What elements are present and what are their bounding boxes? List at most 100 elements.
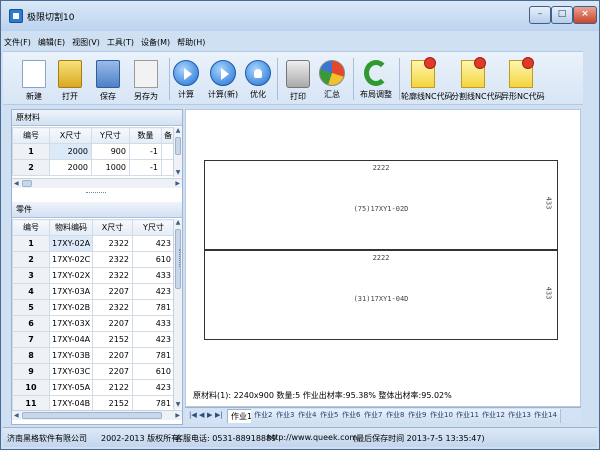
menu-bar: 文件(F) 编辑(E) 视图(V) 工具(T) 设备(M) 帮助(H) xyxy=(3,37,211,51)
company-name: 济南黑格软件有限公司 xyxy=(7,434,87,443)
scroll-up-icon[interactable]: ▲ xyxy=(174,219,182,227)
status-bar: 济南黑格软件有限公司 2002-2013 版权所有 客服电话: 0531-889… xyxy=(3,427,597,447)
layout-canvas[interactable]: 2222 (75)17XY1-02D 433 2222 (31)17XY1-04… xyxy=(185,109,581,407)
piece-code-label: (31)17XY1-04D xyxy=(353,295,409,303)
refresh-icon xyxy=(364,60,388,86)
table-row[interactable]: 4 17XY-03A 2207 423 xyxy=(12,283,175,300)
nc-code-icon xyxy=(411,57,436,88)
splitter-handle[interactable] xyxy=(86,192,106,194)
pie-chart-icon xyxy=(319,60,345,86)
table-row[interactable]: 8 17XY-03B 2207 781 xyxy=(12,347,175,364)
raw-material-hscroll[interactable]: ◀ ▶ xyxy=(12,178,182,188)
toolbar-separator xyxy=(399,58,400,100)
tab-last-icon[interactable]: ▶| xyxy=(215,411,223,419)
print-button[interactable]: 打印 xyxy=(283,54,313,104)
shaped-nc-button[interactable]: 异形NC代码 xyxy=(501,54,545,104)
scroll-thumb[interactable] xyxy=(22,412,162,419)
piece-height-label: 433 xyxy=(544,286,553,300)
scroll-down-icon[interactable]: ▼ xyxy=(174,169,182,177)
piece-code-label: (75)17XY1-02D xyxy=(353,205,409,213)
table-row[interactable]: 2 17XY-02C 2322 610 xyxy=(12,251,175,268)
column-header[interactable]: Y尺寸 xyxy=(132,219,175,236)
table-row[interactable]: 7 17XY-04A 2152 423 xyxy=(12,331,175,348)
calc-new-button[interactable]: 计算(新) xyxy=(203,54,243,104)
menu-tools[interactable]: 工具(T) xyxy=(106,37,135,49)
scroll-thumb[interactable] xyxy=(175,137,181,155)
menu-help[interactable]: 帮助(H) xyxy=(176,37,206,49)
table-row[interactable]: 3 17XY-02X 2322 433 xyxy=(12,267,175,284)
split-nc-button[interactable]: 分割线NC代码 xyxy=(451,54,503,104)
save-button[interactable]: 保存 xyxy=(91,54,125,104)
contour-nc-button[interactable]: 轮廓线NC代码 xyxy=(401,54,453,104)
toolbar-separator xyxy=(353,58,354,100)
scroll-right-icon[interactable]: ▶ xyxy=(175,412,180,419)
column-header[interactable]: Y尺寸 xyxy=(91,127,130,144)
column-header[interactable]: 编号 xyxy=(12,219,50,236)
column-header[interactable]: 数量 xyxy=(129,127,162,144)
parts-table: 编号 物料编码 X尺寸 Y尺寸 1 17XY-02A 2322 423 2 17XY-0… xyxy=(12,219,175,412)
job-tabs: |◀ ◀ ▶ ▶| 作业1 作业2 作业3 作业4 作业5 作业6 作业7 作业… xyxy=(185,407,581,423)
website-link[interactable]: http://www.queek.com xyxy=(267,433,357,442)
optimize-button[interactable]: 优化 xyxy=(243,54,273,104)
new-button[interactable]: 新建 xyxy=(17,54,51,104)
scroll-down-icon[interactable]: ▼ xyxy=(174,401,182,409)
piece-width-label: 2222 xyxy=(372,254,390,262)
scroll-up-icon[interactable]: ▲ xyxy=(174,127,182,135)
column-header[interactable]: 物料编码 xyxy=(49,219,93,236)
app-logo-icon xyxy=(9,9,23,23)
parts-hscroll[interactable]: ◀ ▶ xyxy=(12,410,182,420)
nc-code-icon xyxy=(509,57,534,88)
new-document-icon xyxy=(22,60,46,88)
piece-height-label: 433 xyxy=(544,196,553,210)
table-row[interactable]: 10 17XY-05A 2122 423 xyxy=(12,379,175,396)
toolbar-separator xyxy=(169,58,170,100)
table-row[interactable]: 1 17XY-02A 2322 423 xyxy=(12,235,175,252)
splitter-handle[interactable] xyxy=(179,249,183,267)
table-row[interactable]: 1 2000 900 -1 xyxy=(12,143,175,160)
parts-vscroll[interactable]: ▲ ▼ xyxy=(173,219,182,409)
table-row[interactable]: 2 2000 1000 -1 xyxy=(12,159,175,176)
toolbar-separator xyxy=(277,58,278,100)
layout-piece[interactable]: 2222 (75)17XY1-02D 433 xyxy=(204,160,558,250)
column-header[interactable]: X尺寸 xyxy=(49,127,92,144)
tab-job-14[interactable]: 作业14 xyxy=(531,409,561,423)
save-as-button[interactable]: 另存为 xyxy=(127,54,165,104)
close-button[interactable]: × xyxy=(573,6,597,24)
tab-prev-icon[interactable]: ◀ xyxy=(199,411,204,419)
scroll-right-icon[interactable]: ▶ xyxy=(175,180,180,187)
table-row[interactable]: 5 17XY-02B 2322 781 xyxy=(12,299,175,316)
parts-header: 零件 xyxy=(12,202,182,218)
raw-material-header: 原材料 xyxy=(12,110,182,126)
scroll-left-icon[interactable]: ◀ xyxy=(14,180,19,187)
play-icon xyxy=(173,60,199,86)
menu-file[interactable]: 文件(F) xyxy=(3,37,32,49)
maximize-button[interactable]: □ xyxy=(551,6,573,24)
save-disk-icon xyxy=(96,60,120,88)
piece-width-label: 2222 xyxy=(372,164,390,172)
scroll-thumb[interactable] xyxy=(22,180,32,187)
column-header[interactable]: X尺寸 xyxy=(92,219,133,236)
menu-edit[interactable]: 编辑(E) xyxy=(37,37,66,49)
last-saved-time: (最后保存时间 2013-7-5 13:35:47) xyxy=(353,434,485,443)
support-phone: 客服电话: 0531-88918889 xyxy=(175,434,277,443)
save-as-icon xyxy=(134,60,158,88)
copyright-text: 2002-2013 版权所有 xyxy=(101,434,180,443)
tab-next-icon[interactable]: ▶ xyxy=(207,411,212,419)
table-row[interactable]: 6 17XY-03X 2207 433 xyxy=(12,315,175,332)
open-folder-icon xyxy=(58,60,82,88)
menu-device[interactable]: 设备(M) xyxy=(140,37,171,49)
layout-adjust-button[interactable]: 布局调整 xyxy=(357,54,395,104)
open-button[interactable]: 打开 xyxy=(53,54,87,104)
minimize-button[interactable]: – xyxy=(529,6,551,24)
column-header[interactable]: 编号 xyxy=(12,127,50,144)
play-icon xyxy=(210,60,236,86)
raw-material-vscroll[interactable]: ▲ ▼ xyxy=(173,127,182,177)
menu-view[interactable]: 视图(V) xyxy=(71,37,101,49)
table-row[interactable]: 9 17XY-03C 2207 610 xyxy=(12,363,175,380)
calc-button[interactable]: 计算 xyxy=(171,54,201,104)
summary-button[interactable]: 汇总 xyxy=(317,54,347,104)
tab-first-icon[interactable]: |◀ xyxy=(189,411,197,419)
optimize-icon xyxy=(245,60,271,86)
layout-piece[interactable]: 2222 (31)17XY1-04D 433 xyxy=(204,250,558,340)
scroll-left-icon[interactable]: ◀ xyxy=(14,412,19,419)
